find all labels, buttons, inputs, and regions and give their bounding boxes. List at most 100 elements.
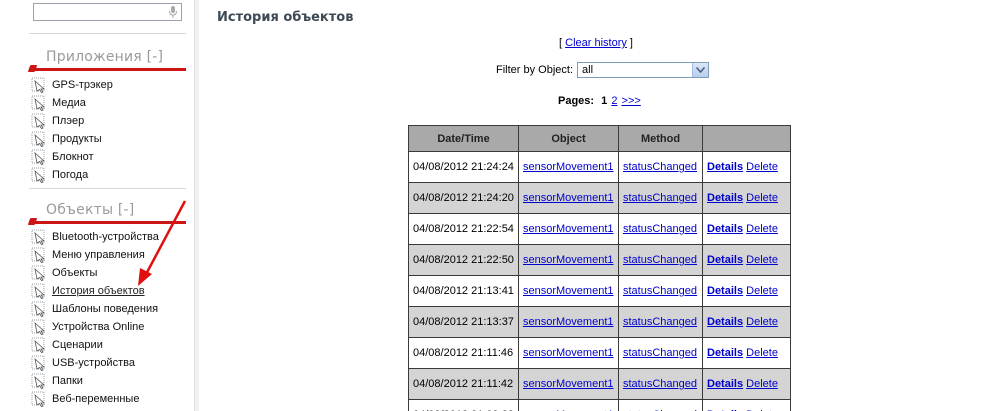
details-link[interactable]: Details bbox=[707, 254, 743, 266]
filter-selected-value: all bbox=[582, 64, 594, 76]
cell-method: statusChanged bbox=[618, 368, 703, 400]
table-row: 04/08/2012 21:11:46 sensorMovement1 status… bbox=[408, 337, 791, 369]
method-link[interactable]: statusChanged bbox=[623, 254, 697, 266]
sidebar-item[interactable]: Шаблоны поведения bbox=[31, 300, 159, 318]
search-input[interactable] bbox=[33, 3, 182, 21]
sidebar-item-label[interactable]: Продукты bbox=[52, 133, 102, 145]
method-link[interactable]: statusChanged bbox=[623, 316, 697, 328]
delete-link[interactable]: Delete bbox=[746, 378, 778, 390]
cell-method: statusChanged bbox=[618, 275, 703, 307]
sidebar-item[interactable]: Погода bbox=[31, 166, 113, 184]
cursor-icon bbox=[31, 391, 49, 407]
table-row: 04/08/2012 21:11:42 sensorMovement1 status… bbox=[408, 368, 791, 400]
sidebar-item-label[interactable]: Устройства Online bbox=[52, 321, 144, 333]
cursor-icon bbox=[31, 319, 49, 335]
sidebar-item[interactable]: Папки bbox=[31, 372, 159, 390]
page-2-link[interactable]: 2 bbox=[611, 95, 617, 107]
sidebar-item-label[interactable]: Шаблоны поведения bbox=[52, 303, 158, 315]
sidebar-item[interactable]: Продукты bbox=[31, 130, 113, 148]
details-link[interactable]: Details bbox=[707, 378, 743, 390]
method-link[interactable]: statusChanged bbox=[623, 161, 697, 173]
details-link[interactable]: Details bbox=[707, 347, 743, 359]
cell-datetime: 04/08/2012 21:24:24 bbox=[408, 151, 519, 183]
cursor-icon bbox=[31, 265, 49, 281]
method-link[interactable]: statusChanged bbox=[623, 285, 697, 297]
main-content: История объектов [ Clear history ] Filte… bbox=[199, 0, 993, 411]
object-link[interactable]: sensorMovement1 bbox=[523, 285, 614, 297]
delete-link[interactable]: Delete bbox=[746, 254, 778, 266]
method-link[interactable]: statusChanged bbox=[623, 347, 697, 359]
divider bbox=[29, 188, 186, 189]
cell-object: sensorMovement1 bbox=[518, 368, 619, 400]
sidebar-item-label[interactable]: Блокнот bbox=[52, 151, 94, 163]
cell-object: sensorMovement1 bbox=[518, 399, 619, 411]
table-row: 04/08/2012 21:09:33sensorMovement1status… bbox=[408, 399, 791, 411]
sidebar-item[interactable]: USB-устройства bbox=[31, 354, 159, 372]
pagination: Pages: 1 2 >>> bbox=[558, 95, 641, 107]
microphone-icon[interactable] bbox=[168, 6, 178, 18]
details-link[interactable]: Details bbox=[707, 161, 743, 173]
cursor-icon bbox=[31, 229, 49, 245]
object-link[interactable]: sensorMovement1 bbox=[523, 316, 614, 328]
details-link[interactable]: Details bbox=[707, 223, 743, 235]
table-row: 04/08/2012 21:13:37 sensorMovement1 status… bbox=[408, 306, 791, 338]
object-link[interactable]: sensorMovement1 bbox=[523, 347, 614, 359]
details-link[interactable]: Details bbox=[707, 192, 743, 204]
cursor-icon bbox=[31, 149, 49, 165]
col-header-method: Method bbox=[618, 125, 703, 152]
clear-history-link[interactable]: Clear history bbox=[565, 37, 627, 49]
sidebar-item[interactable]: Блокнот bbox=[31, 148, 113, 166]
cursor-icon bbox=[31, 355, 49, 371]
sidebar-item-label[interactable]: Сценарии bbox=[52, 339, 103, 351]
sidebar-item-label[interactable]: Объекты bbox=[52, 267, 97, 279]
sidebar-item-label[interactable]: Погода bbox=[52, 169, 88, 181]
sidebar-item-label[interactable]: USB-устройства bbox=[52, 357, 135, 369]
sidebar-item[interactable]: Устройства Online bbox=[31, 318, 159, 336]
cell-method: statusChanged bbox=[618, 182, 703, 214]
section-title-apps[interactable]: Приложения [-] bbox=[46, 49, 163, 65]
red-arrow-annotation bbox=[138, 200, 187, 286]
cursor-icon bbox=[31, 131, 49, 147]
sidebar-item-label[interactable]: История объектов bbox=[52, 285, 145, 297]
delete-link[interactable]: Delete bbox=[746, 347, 778, 359]
chevron-down-icon[interactable] bbox=[692, 63, 709, 77]
cell-datetime: 04/08/2012 21:13:41 bbox=[408, 275, 519, 307]
object-link[interactable]: sensorMovement1 bbox=[523, 161, 614, 173]
filter-row: Filter by Object: all bbox=[496, 62, 710, 78]
method-link[interactable]: statusChanged bbox=[623, 223, 697, 235]
sidebar-item[interactable]: Веб-переменные bbox=[31, 390, 159, 408]
table-row: 04/08/2012 21:24:20 sensorMovement1 status… bbox=[408, 182, 791, 214]
details-link[interactable]: Details bbox=[707, 285, 743, 297]
cell-actions: Details Delete bbox=[702, 182, 791, 214]
filter-label: Filter by Object: bbox=[496, 64, 574, 76]
sidebar-item[interactable]: Плэер bbox=[31, 112, 113, 130]
sidebar: Приложения [-] GPS-трэкер Медиа Плэер Проду… bbox=[0, 0, 196, 411]
page-next-link[interactable]: >>> bbox=[622, 95, 641, 107]
sidebar-item-label[interactable]: Папки bbox=[52, 375, 83, 387]
object-link[interactable]: sensorMovement1 bbox=[523, 192, 614, 204]
sidebar-item[interactable]: Медиа bbox=[31, 94, 113, 112]
sidebar-item-label[interactable]: GPS-трэкер bbox=[52, 79, 113, 91]
filter-object-select[interactable]: all bbox=[577, 62, 710, 78]
sidebar-item-label[interactable]: Медиа bbox=[52, 97, 86, 109]
delete-link[interactable]: Delete bbox=[746, 223, 778, 235]
sidebar-item-label[interactable]: Плэер bbox=[52, 115, 84, 127]
method-link[interactable]: statusChanged bbox=[623, 378, 697, 390]
sidebar-item[interactable]: Сценарии bbox=[31, 336, 159, 354]
method-link[interactable]: statusChanged bbox=[623, 192, 697, 204]
section-title-objects[interactable]: Объекты [-] bbox=[46, 202, 134, 218]
delete-link[interactable]: Delete bbox=[746, 161, 778, 173]
object-link[interactable]: sensorMovement1 bbox=[523, 223, 614, 235]
object-link[interactable]: sensorMovement1 bbox=[523, 254, 614, 266]
details-link[interactable]: Details bbox=[707, 316, 743, 328]
cell-actions: Details Delete bbox=[702, 275, 791, 307]
cursor-icon bbox=[31, 283, 49, 299]
delete-link[interactable]: Delete bbox=[746, 316, 778, 328]
delete-link[interactable]: Delete bbox=[746, 285, 778, 297]
delete-link[interactable]: Delete bbox=[746, 192, 778, 204]
cell-datetime: 04/08/2012 21:11:42 bbox=[408, 368, 519, 400]
table-row: 04/08/2012 21:22:54 sensorMovement1 status… bbox=[408, 213, 791, 245]
sidebar-item-label[interactable]: Веб-переменные bbox=[52, 393, 139, 405]
object-link[interactable]: sensorMovement1 bbox=[523, 378, 614, 390]
sidebar-item[interactable]: GPS-трэкер bbox=[31, 76, 113, 94]
